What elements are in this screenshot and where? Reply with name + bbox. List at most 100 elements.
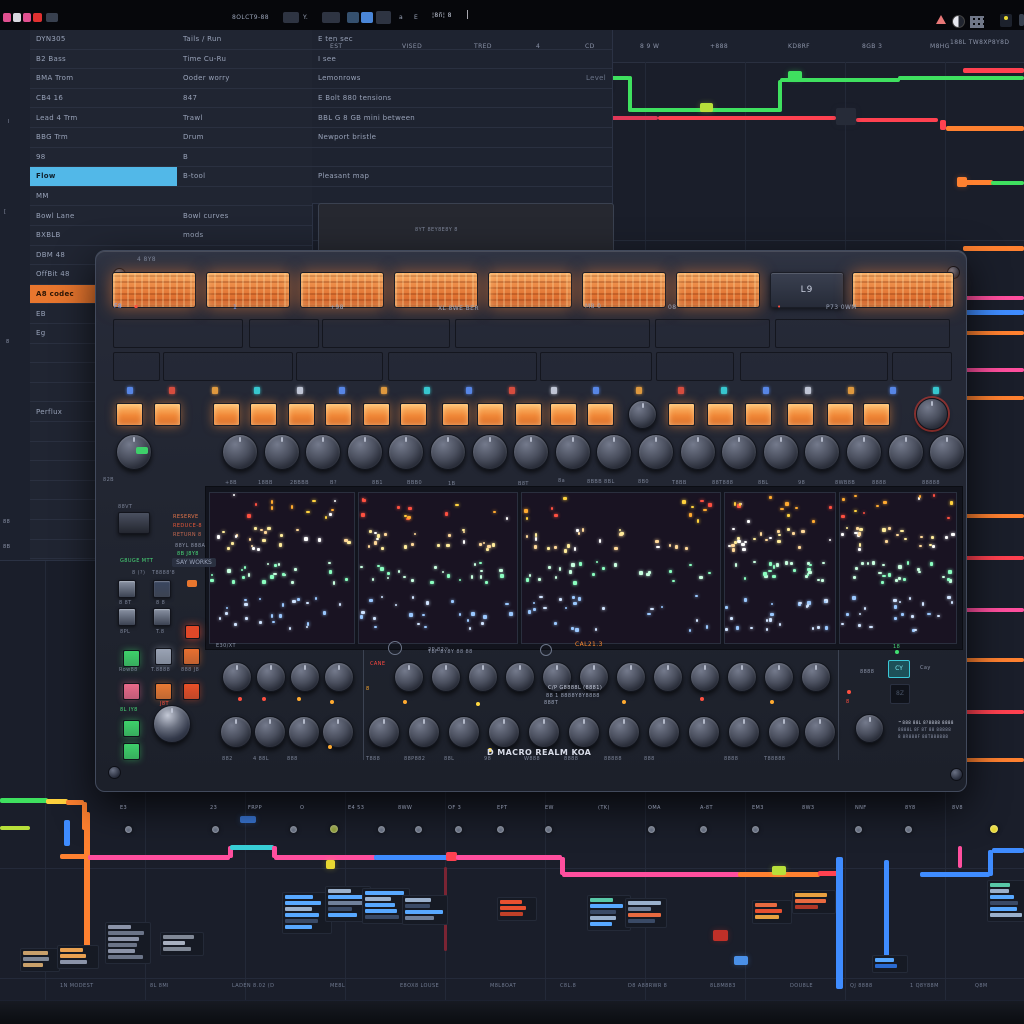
step-button[interactable] — [442, 403, 469, 426]
pad-button[interactable] — [488, 272, 572, 308]
signal-strip[interactable] — [113, 352, 160, 381]
knob[interactable] — [288, 716, 320, 748]
step-button[interactable] — [325, 403, 352, 426]
signal-strip[interactable] — [322, 319, 450, 348]
signal-strip[interactable] — [163, 352, 293, 381]
knob[interactable] — [368, 716, 400, 748]
step-button[interactable] — [363, 403, 390, 426]
small-button[interactable] — [153, 580, 171, 598]
step-button[interactable] — [668, 403, 695, 426]
knob[interactable] — [347, 434, 383, 470]
knob[interactable] — [768, 716, 800, 748]
function-button[interactable] — [123, 650, 140, 667]
knob[interactable] — [430, 434, 466, 470]
function-button[interactable] — [123, 720, 140, 737]
pad-button[interactable] — [394, 272, 478, 308]
pad-button[interactable] — [852, 272, 954, 308]
knob[interactable] — [846, 434, 882, 470]
function-button[interactable] — [183, 648, 200, 665]
knob[interactable] — [568, 716, 600, 748]
knob[interactable] — [648, 716, 680, 748]
knob[interactable] — [220, 716, 252, 748]
knob[interactable] — [305, 434, 341, 470]
knob[interactable] — [764, 662, 794, 692]
signal-strip[interactable] — [655, 319, 770, 348]
display-panel[interactable] — [209, 492, 355, 644]
signal-strip[interactable] — [740, 352, 888, 381]
step-button[interactable] — [250, 403, 277, 426]
step-button[interactable] — [288, 403, 315, 426]
signal-strip[interactable] — [455, 319, 650, 348]
step-button[interactable] — [745, 403, 772, 426]
knob[interactable] — [688, 716, 720, 748]
knob[interactable] — [290, 662, 320, 692]
function-button[interactable] — [123, 683, 140, 700]
step-button[interactable] — [787, 403, 814, 426]
knob[interactable] — [222, 662, 252, 692]
knob[interactable] — [468, 662, 498, 692]
knob[interactable] — [801, 662, 831, 692]
knob[interactable] — [608, 716, 640, 748]
knob[interactable] — [804, 434, 840, 470]
small-button[interactable] — [118, 580, 136, 598]
display-panel[interactable] — [358, 492, 518, 644]
signal-strip[interactable] — [540, 352, 652, 381]
knob[interactable] — [727, 662, 757, 692]
step-button[interactable] — [154, 403, 181, 426]
alert-button[interactable] — [185, 625, 200, 639]
signal-strip[interactable] — [388, 352, 537, 381]
knob[interactable] — [322, 716, 354, 748]
function-button[interactable] — [155, 683, 172, 700]
knob[interactable] — [254, 716, 286, 748]
step-button[interactable] — [707, 403, 734, 426]
knob-highlighted[interactable] — [916, 398, 948, 430]
signal-strip[interactable] — [775, 319, 950, 348]
knob[interactable] — [929, 434, 965, 470]
knob[interactable] — [472, 434, 508, 470]
small-button[interactable] — [153, 608, 171, 626]
knob[interactable] — [804, 716, 836, 748]
knob[interactable] — [408, 716, 440, 748]
knob[interactable] — [888, 434, 924, 470]
knob[interactable] — [528, 716, 560, 748]
knob[interactable] — [628, 400, 657, 429]
knob[interactable] — [264, 434, 300, 470]
step-button[interactable] — [550, 403, 577, 426]
step-button[interactable] — [477, 403, 504, 426]
small-button[interactable] — [118, 608, 136, 626]
signal-strip[interactable] — [249, 319, 319, 348]
step-button[interactable] — [400, 403, 427, 426]
pad-button[interactable] — [112, 272, 196, 308]
master-knob[interactable] — [153, 705, 191, 743]
display-panel[interactable] — [521, 492, 721, 644]
pad-button[interactable] — [676, 272, 760, 308]
step-button[interactable] — [587, 403, 614, 426]
knob[interactable] — [505, 662, 535, 692]
knob[interactable] — [763, 434, 799, 470]
function-button[interactable] — [155, 648, 172, 665]
step-button[interactable] — [515, 403, 542, 426]
display-panel[interactable] — [724, 492, 836, 644]
signal-strip[interactable] — [296, 352, 383, 381]
knob[interactable] — [388, 434, 424, 470]
knob[interactable] — [513, 434, 549, 470]
knob[interactable] — [448, 716, 480, 748]
knob[interactable] — [680, 434, 716, 470]
step-button[interactable] — [213, 403, 240, 426]
fader-switch[interactable] — [118, 512, 150, 534]
pad-button[interactable] — [300, 272, 384, 308]
knob[interactable] — [690, 662, 720, 692]
knob[interactable] — [256, 662, 286, 692]
step-button[interactable] — [116, 403, 143, 426]
knob[interactable] — [488, 716, 520, 748]
knob[interactable] — [653, 662, 683, 692]
knob[interactable] — [721, 434, 757, 470]
knob[interactable] — [596, 434, 632, 470]
chip[interactable]: SAY WORKS — [172, 558, 216, 567]
step-button[interactable] — [863, 403, 890, 426]
pad-button[interactable] — [206, 272, 290, 308]
function-button[interactable] — [183, 683, 200, 700]
signal-strip[interactable] — [113, 319, 243, 348]
display-panel[interactable] — [839, 492, 957, 644]
function-button[interactable] — [123, 743, 140, 760]
